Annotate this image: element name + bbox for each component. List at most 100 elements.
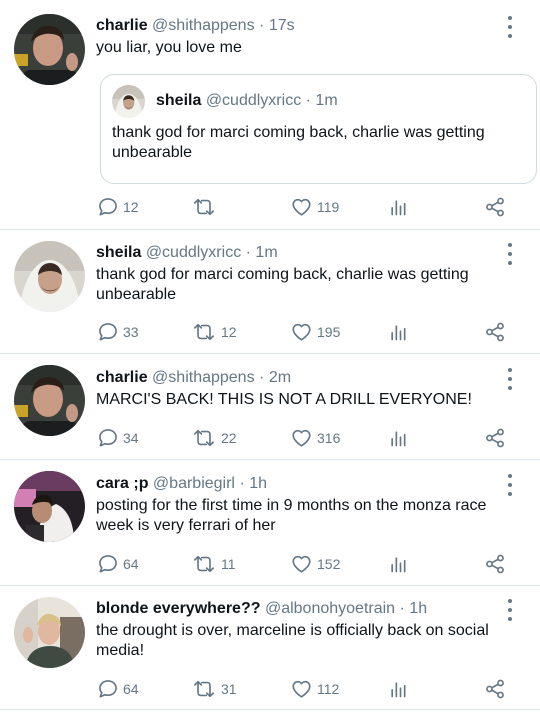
quote-header: sheila @cuddlyxricc · 1m [156,91,338,111]
timestamp[interactable]: 17s [269,17,295,34]
quote-text: thank god for marci coming back, charlie… [112,124,485,161]
retweet-count: 11 [221,556,236,572]
like-button[interactable]: 316 [290,426,340,450]
more-icon[interactable] [500,243,520,265]
avatar[interactable] [14,14,85,85]
tweet-text: MARCI'S BACK! THIS IS NOT A DRILL EVERYO… [96,391,472,408]
separator-dot: · [239,475,245,492]
timestamp[interactable]: 1m [255,244,277,261]
stats-button[interactable] [388,320,408,344]
quoted-tweet[interactable]: sheila @cuddlyxricc · 1m thank god for m… [100,74,537,184]
author-handle[interactable]: @cuddlyxricc [146,244,241,261]
reply-button[interactable]: 64 [97,677,139,701]
quote-author-name: sheila [156,92,202,109]
tweet-text: thank god for marci coming back, charlie… [96,266,469,303]
more-icon[interactable] [500,16,520,38]
tweet-2[interactable]: sheila @cuddlyxricc · 1m thank god for m… [0,230,540,354]
like-count: 112 [317,681,340,697]
action-bar: 64 11 152 [0,552,540,576]
tweet-header: charlie @shithappens · 2m [96,368,500,388]
timestamp[interactable]: 1h [409,600,427,617]
reply-icon [97,321,119,343]
retweet-button[interactable]: 31 [191,677,237,701]
author-handle[interactable]: @barbiegirl [153,475,235,492]
author-name[interactable]: charlie [96,17,148,34]
action-bar: 33 12 195 [0,320,540,344]
reply-button[interactable]: 64 [97,552,139,576]
author-handle[interactable]: @shithappens [152,17,255,34]
timestamp[interactable]: 2m [269,369,291,386]
reply-button[interactable]: 12 [97,195,139,219]
tweet-header: cara ;p @barbiegirl · 1h [96,474,500,494]
more-icon[interactable] [500,474,520,496]
tweet-4[interactable]: cara ;p @barbiegirl · 1h posting for the… [0,460,540,586]
share-icon [484,321,506,343]
reply-button[interactable]: 34 [97,426,139,450]
like-button[interactable]: 119 [290,195,339,219]
author-name[interactable]: sheila [96,244,141,261]
tweet-text: the drought is over, marceline is offici… [96,622,489,659]
avatar[interactable] [14,471,85,542]
like-count: 316 [317,430,341,446]
stats-icon [388,321,408,343]
author-handle[interactable]: @shithappens [152,369,255,386]
reply-count: 34 [123,430,139,446]
retweet-icon [191,553,217,575]
action-bar: 64 31 112 [0,677,540,701]
stats-icon [388,196,408,218]
stats-button[interactable] [388,677,408,701]
tweet-1[interactable]: charlie @shithappens · 17s you liar, you… [0,0,540,230]
stats-button[interactable] [388,552,408,576]
reply-icon [97,196,119,218]
retweet-count: 12 [221,324,237,340]
action-bar: 12 119 [0,195,540,219]
retweet-button[interactable]: 12 [191,320,237,344]
like-button[interactable]: 152 [290,552,340,576]
retweet-button[interactable] [191,195,221,219]
like-icon [290,427,313,449]
quote-author-handle: @cuddlyxricc [205,92,302,109]
stats-button[interactable] [388,195,408,219]
author-name[interactable]: charlie [96,369,148,386]
tweet-header: sheila @cuddlyxricc · 1m [96,243,500,263]
stats-icon [388,553,408,575]
retweet-count: 31 [221,681,237,697]
stats-button[interactable] [388,426,408,450]
reply-icon [97,427,119,449]
share-button[interactable] [484,677,506,701]
reply-count: 12 [123,199,139,215]
like-button[interactable]: 195 [290,320,340,344]
like-button[interactable]: 112 [290,677,339,701]
share-button[interactable] [484,195,506,219]
tweet-header: charlie @shithappens · 17s [96,16,500,36]
like-count: 195 [317,324,341,340]
reply-button[interactable]: 33 [97,320,139,344]
avatar-image [14,14,85,85]
retweet-button[interactable]: 22 [191,426,237,450]
reply-icon [97,678,119,700]
author-name[interactable]: blonde everywhere?? [96,600,261,617]
timestamp[interactable]: 1h [249,475,267,492]
share-button[interactable] [484,426,506,450]
tweet-3[interactable]: charlie @shithappens · 2m MARCI'S BACK! … [0,354,540,460]
avatar[interactable] [14,597,85,668]
separator-dot: · [259,369,265,386]
reply-icon [97,553,119,575]
author-handle[interactable]: @albonohyoetrain [265,600,395,617]
share-button[interactable] [484,320,506,344]
more-icon[interactable] [500,599,520,621]
avatar-image [14,471,85,542]
avatar[interactable] [14,241,85,312]
retweet-button[interactable]: 11 [191,552,236,576]
avatar-image [14,241,85,312]
more-icon[interactable] [500,368,520,390]
stats-icon [388,427,408,449]
tweet-5[interactable]: blonde everywhere?? @albonohyoetrain · 1… [0,586,540,710]
reply-count: 64 [123,556,139,572]
retweet-icon [191,678,217,700]
like-icon [290,321,313,343]
like-count: 152 [317,556,341,572]
share-button[interactable] [484,552,506,576]
author-name[interactable]: cara ;p [96,475,148,492]
retweet-icon [191,321,217,343]
